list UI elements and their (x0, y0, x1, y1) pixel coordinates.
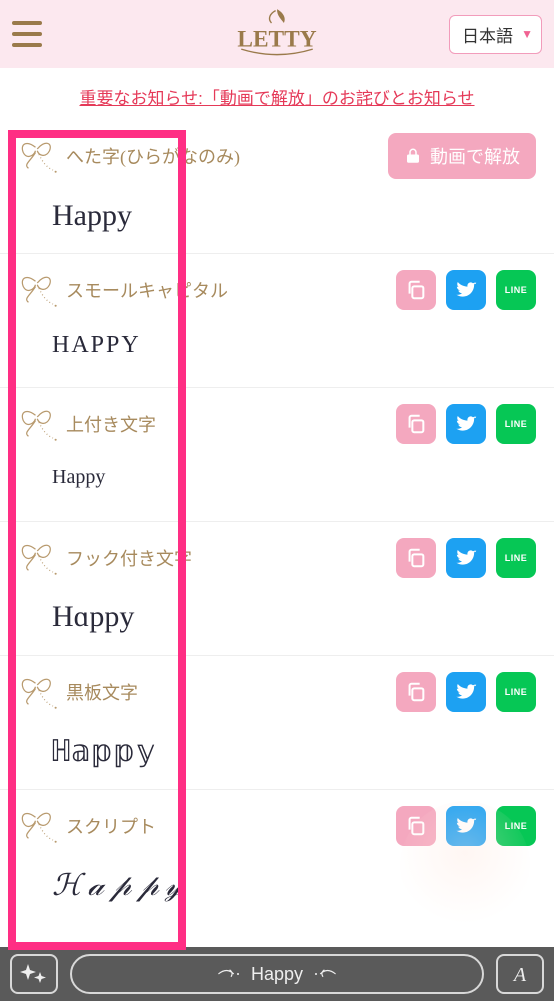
twitter-share-button[interactable] (446, 806, 486, 846)
font-row-head: スモールキャピタル LINE (18, 268, 536, 312)
flourish-left-icon (217, 964, 245, 984)
butterfly-icon (18, 403, 60, 445)
twitter-icon (454, 412, 478, 436)
lock-icon (404, 147, 422, 165)
line-label: LINE (505, 419, 528, 429)
twitter-share-button[interactable] (446, 538, 486, 578)
font-row-head: スクリプト LINE (18, 804, 536, 848)
sparkle-icon (20, 962, 48, 986)
copy-icon (405, 681, 427, 703)
font-row: スクリプト LINE ℋ𝒶𝓅𝓅𝓎 (0, 789, 554, 923)
line-label: LINE (505, 821, 528, 831)
font-name: 黒板文字 (66, 679, 138, 705)
font-sample: Happy (52, 466, 536, 489)
font-row: 上付き文字 LINE Happy (0, 387, 554, 521)
twitter-icon (454, 814, 478, 838)
font-sample: ℋ𝒶𝓅𝓅𝓎 (52, 868, 536, 903)
butterfly-icon (18, 269, 60, 311)
row-actions: LINE (396, 806, 536, 846)
font-name: 上付き文字 (66, 411, 156, 437)
font-sample: Happy (52, 199, 536, 233)
copy-button[interactable] (396, 270, 436, 310)
font-row: 黒板文字 LINE ℍ𝕒𝕡𝕡𝕪 (0, 655, 554, 789)
bottom-bar: Happy A (0, 947, 554, 1001)
copy-icon (405, 815, 427, 837)
unlock-label: 動画で解放 (430, 143, 520, 169)
line-share-button[interactable]: LINE (496, 672, 536, 712)
line-label: LINE (505, 285, 528, 295)
app-logo: LETTY (222, 6, 332, 62)
font-row-head: フック付き文字 LINE (18, 536, 536, 580)
copy-button[interactable] (396, 404, 436, 444)
app-header: LETTY 日本語 (0, 0, 554, 68)
sparkle-button[interactable] (10, 954, 58, 994)
svg-text:LETTY: LETTY (237, 26, 316, 52)
copy-icon (405, 279, 427, 301)
butterfly-icon (18, 805, 60, 847)
twitter-icon (454, 278, 478, 302)
input-text: Happy (251, 964, 303, 985)
line-label: LINE (505, 687, 528, 697)
font-row-head: へた字(ひらがなのみ) 動画で解放 (18, 133, 536, 179)
script-a-icon: A (508, 962, 532, 986)
font-title: スモールキャピタル (18, 269, 228, 311)
style-button[interactable]: A (496, 954, 544, 994)
butterfly-icon (18, 671, 60, 713)
font-title: フック付き文字 (18, 537, 192, 579)
line-share-button[interactable]: LINE (496, 270, 536, 310)
row-actions: 動画で解放 (388, 133, 536, 179)
row-actions: LINE (396, 270, 536, 310)
input-display[interactable]: Happy (70, 954, 484, 994)
line-share-button[interactable]: LINE (496, 538, 536, 578)
copy-icon (405, 413, 427, 435)
notice-banner: 重要なお知らせ:「動画で解放」のお詫びとお知らせ (0, 68, 554, 119)
font-name: フック付き文字 (66, 545, 192, 571)
twitter-share-button[interactable] (446, 672, 486, 712)
font-title: へた字(ひらがなのみ) (18, 135, 240, 177)
font-sample: ℍ𝕒𝕡𝕡𝕪 (52, 734, 536, 771)
font-row-head: 黒板文字 LINE (18, 670, 536, 714)
font-row-head: 上付き文字 LINE (18, 402, 536, 446)
font-list: へた字(ひらがなのみ) 動画で解放 Happy スモールキャピタル LINE (0, 119, 554, 923)
font-sample: HAPPY (52, 332, 536, 359)
font-row: フック付き文字 LINE Hɑppy (0, 521, 554, 655)
butterfly-icon (18, 135, 60, 177)
menu-button[interactable] (12, 14, 52, 54)
copy-button[interactable] (396, 538, 436, 578)
twitter-share-button[interactable] (446, 404, 486, 444)
font-sample: Hɑppy (52, 600, 536, 634)
twitter-icon (454, 546, 478, 570)
font-title: 上付き文字 (18, 403, 156, 445)
logo-svg: LETTY (222, 6, 332, 62)
font-name: スクリプト (66, 813, 156, 839)
font-name: スモールキャピタル (66, 277, 228, 303)
twitter-icon (454, 680, 478, 704)
font-name: へた字(ひらがなのみ) (66, 143, 240, 169)
notice-link[interactable]: 重要なお知らせ:「動画で解放」のお詫びとお知らせ (79, 89, 474, 108)
row-actions: LINE (396, 404, 536, 444)
copy-button[interactable] (396, 806, 436, 846)
line-share-button[interactable]: LINE (496, 404, 536, 444)
language-label: 日本語 (462, 27, 513, 46)
twitter-share-button[interactable] (446, 270, 486, 310)
line-label: LINE (505, 553, 528, 563)
unlock-button[interactable]: 動画で解放 (388, 133, 536, 179)
copy-button[interactable] (396, 672, 436, 712)
language-select[interactable]: 日本語 (449, 15, 542, 54)
font-title: スクリプト (18, 805, 156, 847)
butterfly-icon (18, 537, 60, 579)
font-row: スモールキャピタル LINE HAPPY (0, 253, 554, 387)
row-actions: LINE (396, 538, 536, 578)
row-actions: LINE (396, 672, 536, 712)
copy-icon (405, 547, 427, 569)
font-title: 黒板文字 (18, 671, 138, 713)
svg-text:A: A (512, 964, 527, 986)
flourish-right-icon (309, 964, 337, 984)
font-row: へた字(ひらがなのみ) 動画で解放 Happy (0, 119, 554, 253)
line-share-button[interactable]: LINE (496, 806, 536, 846)
